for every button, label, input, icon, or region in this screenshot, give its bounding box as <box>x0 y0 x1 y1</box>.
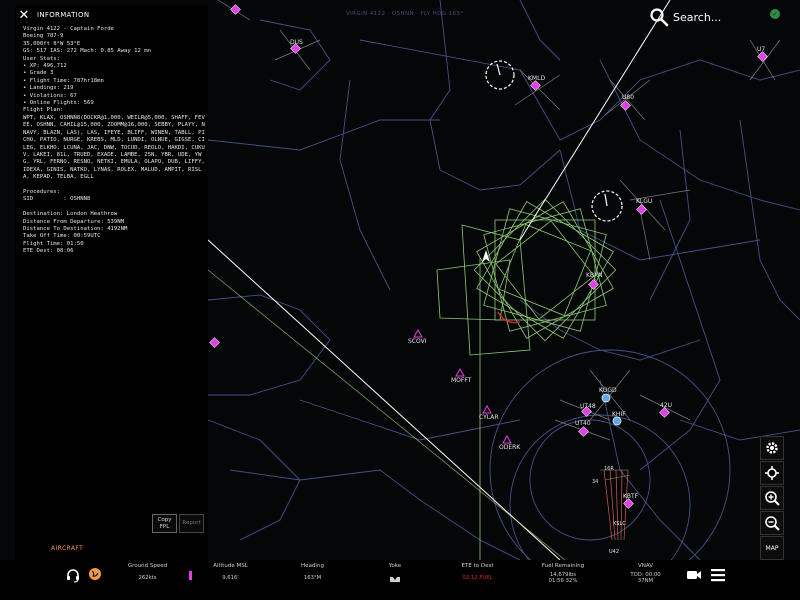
gear-icon <box>766 442 778 454</box>
svg-text:KSLC: KSLC <box>613 521 626 527</box>
ete-readout: ETE to Dest 02:12 FUEL <box>455 563 500 581</box>
waypoint-labels: DUS KMLD U7 U80 KLGU KBXN KOGD UT48 KHIF… <box>290 39 765 555</box>
zoom-in-button[interactable] <box>760 486 784 510</box>
airspace-boundaries <box>207 0 800 560</box>
fuel-label: Fuel Remaining <box>541 563 585 569</box>
report-button[interactable]: Report <box>179 514 204 533</box>
copy-fpl-button[interactable]: Copy FPL <box>152 514 177 533</box>
altitude-trend-bar <box>189 571 192 580</box>
waypoint-triangles <box>413 328 512 444</box>
map-button[interactable]: MAP <box>760 536 784 560</box>
ete-value: 02:12 FUEL <box>462 575 493 581</box>
fuel-time-value: 01:56 32% <box>548 578 578 584</box>
yoke-label: Yoke <box>388 563 402 569</box>
svg-text:DUS: DUS <box>290 39 303 46</box>
svg-text:KHIF: KHIF <box>612 411 626 418</box>
svg-text:CYLAR: CYLAR <box>479 414 499 421</box>
globe-icon[interactable] <box>88 567 102 581</box>
svg-text:UT40: UT40 <box>575 420 591 427</box>
menu-icon[interactable] <box>710 568 726 582</box>
airport-markers <box>209 4 768 509</box>
camera-icon[interactable] <box>686 569 702 581</box>
ground-speed-readout: Ground Speed 262kts <box>125 563 170 581</box>
flight-path <box>207 0 671 560</box>
svg-text:KLGU: KLGU <box>636 198 652 205</box>
gps-status-icon: ✓ <box>770 9 780 19</box>
svg-text:U80: U80 <box>622 94 634 101</box>
svg-text:16R: 16R <box>604 466 614 472</box>
zoom-out-icon <box>765 516 780 531</box>
yoke-icon <box>390 577 400 582</box>
search-button[interactable]: Search... <box>649 7 721 27</box>
search-icon <box>650 8 669 27</box>
altitude-readout: Altitude MSL 9,616' <box>208 563 253 581</box>
vnav-label: VNAV <box>637 563 654 569</box>
svg-text:ODERK: ODERK <box>499 444 521 451</box>
settings-button[interactable] <box>760 436 784 460</box>
crosshair-icon <box>765 466 779 480</box>
ground-speed-label: Ground Speed <box>127 563 168 569</box>
panel-title: INFORMATION <box>37 11 90 19</box>
svg-text:UT48: UT48 <box>580 403 596 410</box>
heading-label: Heading <box>301 563 324 569</box>
svg-text:SCOVI: SCOVI <box>408 338 427 345</box>
ground-speed-value: 262kts <box>138 575 157 581</box>
center-aircraft-button[interactable] <box>760 461 784 485</box>
svg-text:U42: U42 <box>609 549 619 555</box>
altitude-value: 9,616' <box>222 575 239 581</box>
flight-id-label: VIRGIN 4122 · OSHNN · FLY HDG 163° <box>346 11 464 17</box>
vnav-readout: VNAV TOD: 00:00 37NM <box>623 563 668 584</box>
svg-text:KOGD: KOGD <box>599 387 617 394</box>
zoom-out-button[interactable] <box>760 511 784 535</box>
svg-text:42U: 42U <box>660 402 672 409</box>
headset-icon[interactable] <box>65 567 81 583</box>
heading-value: 163°M <box>303 575 322 581</box>
svg-text:34: 34 <box>592 479 598 485</box>
vnav-distance-value: 37NM <box>637 578 654 584</box>
information-panel: ✕ INFORMATION Virgin 4122 - Captain Ford… <box>15 6 208 560</box>
holding-patterns <box>485 60 623 222</box>
zoom-in-icon <box>765 491 780 506</box>
svg-text:KMLD: KMLD <box>528 75 545 82</box>
flight-info-text: Virgin 4122 - Captain Forde Boeing 787-9… <box>23 26 205 255</box>
bottom-status-bar: Ground Speed 262kts Altitude MSL 9,616' … <box>0 560 800 600</box>
ete-label: ETE to Dest <box>461 563 494 569</box>
svg-text:KBXN: KBXN <box>586 272 603 279</box>
svg-text:MOFFT: MOFFT <box>451 377 472 384</box>
yoke-control[interactable]: Yoke <box>375 563 415 588</box>
altitude-label: Altitude MSL <box>213 563 248 569</box>
svg-text:KBTF: KBTF <box>623 493 639 500</box>
aircraft-tab[interactable]: AIRCRAFT <box>51 545 83 552</box>
runway-fan <box>603 469 629 541</box>
svg-text:U7: U7 <box>757 46 765 53</box>
fuel-readout: Fuel Remaining 14,679lbs 01:56 32% <box>538 563 588 584</box>
heading-readout: Heading 163°M <box>290 563 335 581</box>
close-icon[interactable]: ✕ <box>15 6 33 24</box>
search-label: Search... <box>673 10 722 24</box>
panel-header: ✕ INFORMATION <box>15 6 208 24</box>
